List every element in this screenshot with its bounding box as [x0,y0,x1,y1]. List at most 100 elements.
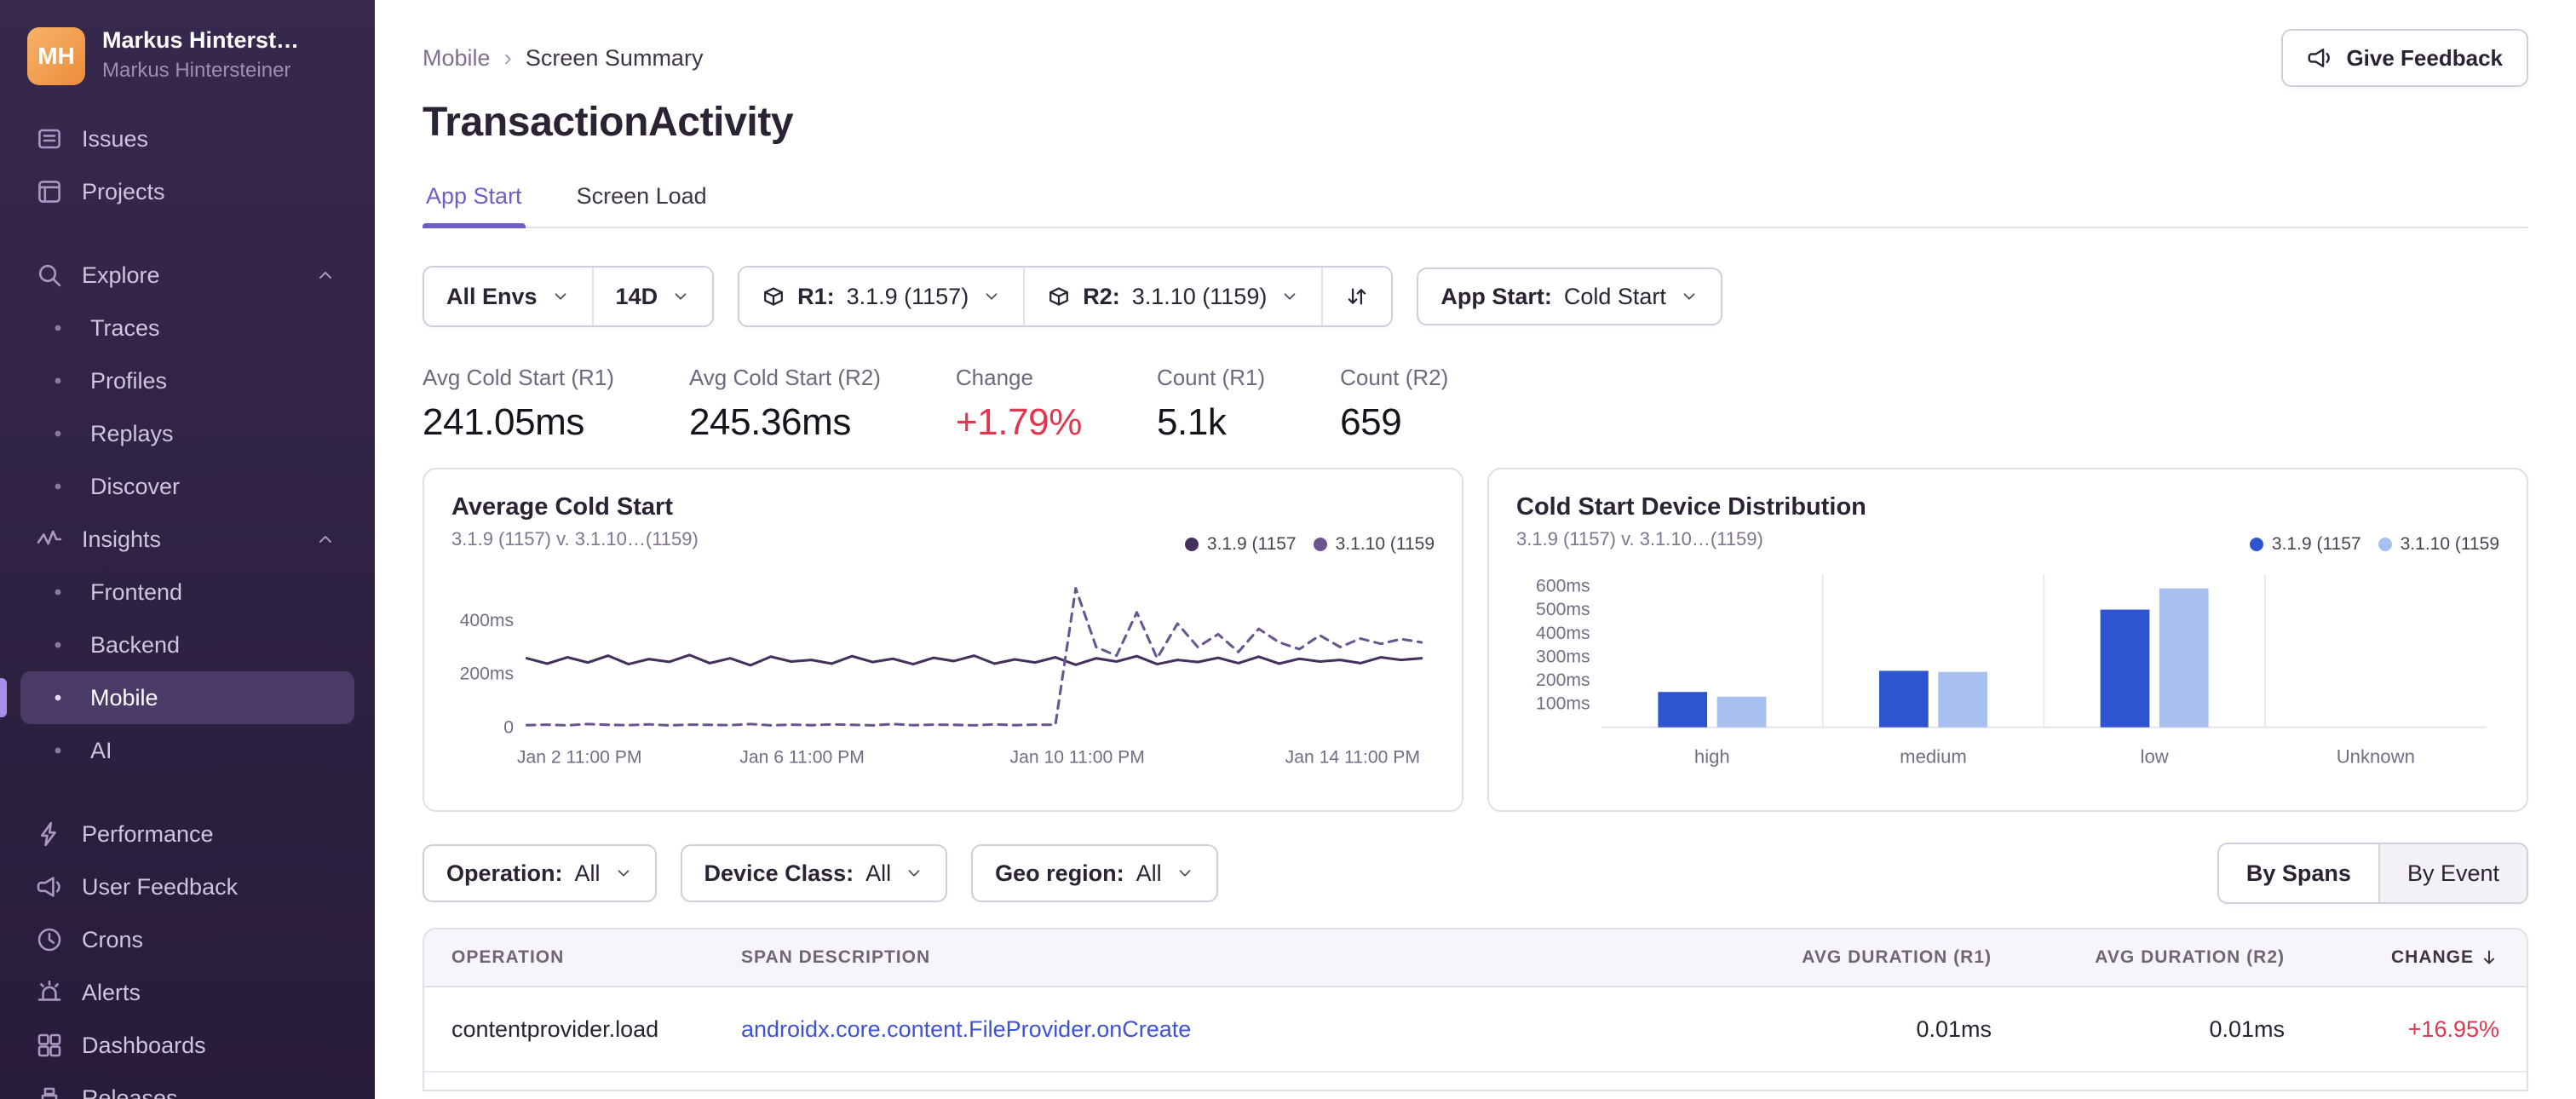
megaphone-icon [2307,45,2332,71]
grid-icon [34,1032,65,1059]
release-r2-button[interactable]: R2: 3.1.10 (1159) [1023,268,1322,325]
col-change-label: CHANGE [2390,947,2474,967]
sidebar-item-user-feedback[interactable]: User Feedback [20,860,354,913]
cell-change: +16.95% [2407,1016,2499,1042]
svg-text:Jan 14 11:00 PM: Jan 14 11:00 PM [1285,748,1420,768]
siren-icon [34,979,65,1006]
insights-icon [34,526,65,553]
sidebar-item-label: Mobile [90,684,158,711]
give-feedback-button[interactable]: Give Feedback [2281,29,2528,87]
cell-span-description[interactable]: androidx.core.content.FileProvider.onCre… [741,1016,1634,1043]
sidebar-item-issues[interactable]: Issues [20,112,354,165]
charts-row: Average Cold Start 3.1.9 (1157) v. 3.1.1… [423,468,2528,812]
app-start-value: Cold Start [1563,283,1666,309]
sidebar-item-replays[interactable]: Replays [20,407,354,460]
svg-text:100ms: 100ms [1536,694,1590,714]
r1-prefix: R1: [797,283,835,309]
tab-screen-load[interactable]: Screen Load [573,183,710,227]
release-r1-button[interactable]: R1: 3.1.9 (1157) [739,268,1024,325]
toggle-by-event[interactable]: By Event [2378,844,2527,902]
svg-text:medium: medium [1900,746,1967,768]
sidebar-item-ai[interactable]: AI [20,724,354,777]
lightning-icon [34,820,65,848]
sidebar-item-backend[interactable]: Backend [20,619,354,671]
stat-value: 245.36ms [688,401,851,443]
col-span-description[interactable]: SPAN DESCRIPTION [741,947,1634,968]
col-change[interactable]: CHANGE [2285,947,2499,968]
cell-operation: contentprovider.load [451,1016,659,1042]
col-operation[interactable]: OPERATION [451,947,741,968]
legend-item[interactable]: 3.1.10 (1159 [2378,534,2499,555]
legend-item[interactable]: 3.1.9 (1157 [1184,534,1297,555]
sidebar-item-projects[interactable]: Projects [20,165,354,218]
sidebar-item-crons[interactable]: Crons [20,913,354,966]
chevron-down-icon [1680,287,1699,306]
legend-item[interactable]: 3.1.9 (1157 [2249,534,2361,555]
bullet-icon [43,631,73,659]
chevron-down-icon [551,287,570,306]
swap-releases-button[interactable] [1321,268,1392,325]
svg-text:Jan 6 11:00 PM: Jan 6 11:00 PM [739,748,865,768]
breadcrumb-current: Screen Summary [525,44,704,71]
chart-header: Cold Start Device Distribution 3.1.9 (11… [1516,493,2499,555]
tab-app-start[interactable]: App Start [423,183,526,227]
bullet-icon [43,737,73,764]
swap-icon [1345,285,1369,308]
bullet-icon [43,578,73,606]
sidebar-item-mobile[interactable]: Mobile [0,671,354,724]
col-avg-duration-r2[interactable]: AVG DURATION (R2) [1992,947,2285,968]
chevron-down-icon [614,864,633,883]
device-distribution-bar-chart[interactable]: 100ms 200ms 300ms 400ms 500ms 600ms high medium… [1516,558,2499,776]
app-start-type-button[interactable]: App Start: Cold Start [1417,268,1722,325]
sidebar-item-profiles[interactable]: Profiles [20,354,354,407]
svg-text:400ms: 400ms [460,611,514,630]
sidebar-item-label: Traces [90,314,160,341]
env-filter-button[interactable]: All Envs [424,268,592,325]
sidebar-item-frontend[interactable]: Frontend [20,566,354,619]
sidebar-item-label: Performance [82,820,214,847]
device-class-filter-button[interactable]: Device Class: All [680,844,948,902]
breadcrumb-mobile[interactable]: Mobile [423,45,491,72]
org-switcher[interactable]: MH Markus Hinterst… Markus Hintersteiner [20,24,354,112]
user-name: Markus Hintersteiner [102,59,291,82]
sidebar-item-releases[interactable]: Releases [20,1072,354,1099]
chart-title: Cold Start Device Distribution [1516,493,1866,521]
sidebar-item-dashboards[interactable]: Dashboards [20,1019,354,1072]
table-header: OPERATION SPAN DESCRIPTION AVG DURATION … [424,929,2527,987]
release-icon [1047,285,1071,308]
page-header-row: Mobile › Screen Summary Give Feedback [423,27,2528,89]
view-toggle: By Spans By Event [2217,843,2528,904]
sidebar-item-explore[interactable]: Explore [20,249,354,302]
sidebar-item-label: Dashboards [82,1032,206,1058]
stat-value: 659 [1340,401,1402,443]
r2-prefix: R2: [1083,283,1120,309]
table-row-partial [424,1073,2527,1090]
sidebar-item-alerts[interactable]: Alerts [20,966,354,1019]
sidebar-item-performance[interactable]: Performance [20,808,354,860]
sidebar-item-discover[interactable]: Discover [20,460,354,513]
geo-region-filter-button[interactable]: Geo region: All [971,844,1218,902]
legend-item[interactable]: 3.1.10 (1159 [1313,534,1435,555]
svg-text:Jan 10 11:00 PM: Jan 10 11:00 PM [1010,748,1145,768]
operation-filter-button[interactable]: Operation: All [423,844,657,902]
sidebar-item-traces[interactable]: Traces [20,302,354,354]
col-avg-duration-r1[interactable]: AVG DURATION (R1) [1634,947,1992,968]
chart-panel-device-distribution: Cold Start Device Distribution 3.1.9 (11… [1487,468,2528,812]
svg-text:Jan 2 11:00 PM: Jan 2 11:00 PM [517,748,642,768]
sidebar-item-insights[interactable]: Insights [20,513,354,566]
cold-start-line-chart[interactable]: 0 200ms 400ms Jan 2 11:00 PM Jan 6 11:00 PM J… [451,558,1435,776]
sidebar-item-label: Backend [90,631,181,658]
chart-title-block: Cold Start Device Distribution 3.1.9 (11… [1516,493,1866,550]
legend-dot-icon [2249,538,2263,551]
date-range-button[interactable]: 14D [591,268,713,325]
stat-label: Avg Cold Start (R1) [423,365,614,390]
toggle-by-spans[interactable]: By Spans [2218,844,2378,902]
env-filter-label: All Envs [446,283,538,309]
stat-change: Change +1.79% [956,365,1082,444]
stat-avg-cold-start-r2: Avg Cold Start (R2) 245.36ms [689,365,881,444]
sidebar: MH Markus Hinterst… Markus Hintersteiner… [0,0,375,1099]
svg-text:400ms: 400ms [1536,624,1590,643]
chevron-down-icon [905,864,923,883]
